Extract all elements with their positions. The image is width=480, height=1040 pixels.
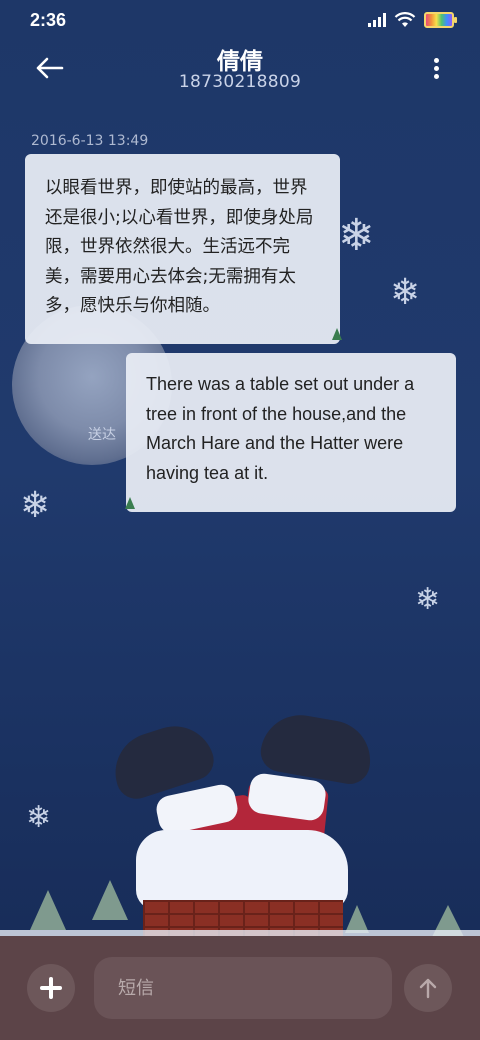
- battery-icon: [424, 12, 457, 28]
- send-arrow-icon: [419, 978, 437, 999]
- tree-icon: [125, 497, 135, 509]
- send-button[interactable]: [404, 964, 452, 1012]
- message-text: 以眼看世界，即使站的最高，世界还是很小;以心看世界，即使身处局限，世界依然很大。…: [45, 178, 314, 316]
- wifi-icon: [394, 12, 416, 27]
- message-timestamp: 2016-6-13 13:49: [31, 133, 149, 149]
- message-text: There was a table set out under a tree i…: [146, 374, 415, 483]
- snow-cap: [136, 830, 348, 910]
- message-input[interactable]: [94, 957, 392, 1019]
- tree-icon: [345, 905, 369, 933]
- add-attachment-button[interactable]: [27, 964, 75, 1012]
- santa-chimney-scene: [0, 700, 480, 940]
- snowflake-icon: ❄: [20, 485, 51, 526]
- snowflake-icon: ❄: [390, 272, 421, 313]
- status-time: 2:36: [30, 10, 67, 30]
- incoming-message-bubble[interactable]: 以眼看世界，即使站的最高，世界还是很小;以心看世界，即使身处局限，世界依然很大。…: [25, 154, 340, 344]
- tree-icon: [332, 328, 342, 340]
- contact-name: 倩倩: [217, 49, 263, 75]
- tree-icon: [30, 890, 66, 930]
- snowflake-icon: ❄: [338, 210, 375, 261]
- conversation-header: 倩倩 18730218809: [0, 40, 480, 100]
- status-icons: [368, 12, 457, 28]
- snowflake-icon: ❄: [415, 582, 441, 617]
- delivery-status: 送达: [88, 427, 116, 443]
- status-bar: 2:36: [0, 0, 480, 42]
- outgoing-message-bubble[interactable]: There was a table set out under a tree i…: [126, 353, 456, 512]
- plus-icon: [40, 977, 62, 999]
- contact-number: 18730218809: [178, 72, 302, 92]
- signal-icon: [368, 13, 386, 27]
- more-vertical-icon[interactable]: [432, 58, 440, 80]
- message-composer: [0, 936, 480, 1040]
- tree-icon: [92, 880, 128, 920]
